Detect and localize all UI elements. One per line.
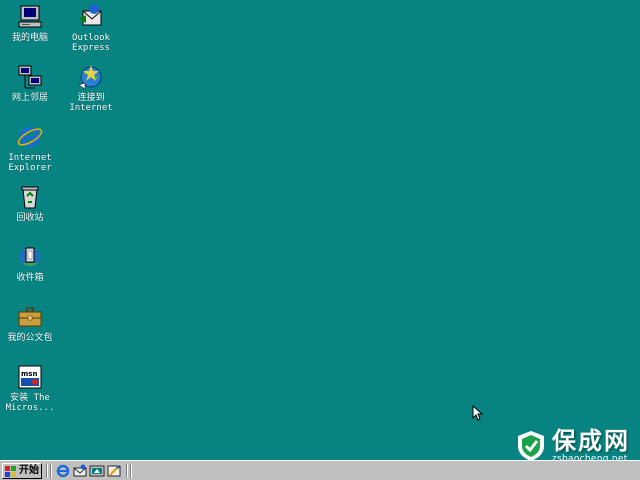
briefcase-icon (18, 307, 42, 327)
windows-logo-icon (5, 465, 16, 477)
desktop-icon-label: 连接到 Internet (69, 93, 113, 113)
desktop-icon-label: 安装 The Micros... (5, 393, 55, 413)
quick-launch-show-desktop-icon[interactable] (89, 464, 105, 478)
msn-icon: msn (18, 365, 42, 389)
start-label: 开始 (19, 465, 39, 476)
recycle-bin-icon (21, 186, 39, 209)
desktop-icon-internet-explorer[interactable]: Internet Explorer (2, 123, 58, 173)
taskbar-separator (50, 464, 52, 478)
taskbar-separator (130, 464, 132, 478)
svg-text:msn: msn (21, 370, 37, 378)
watermark: 保成网 zsbaocheng.net (514, 428, 630, 464)
shield-logo-icon (518, 431, 544, 461)
desktop-icon-label: 我的公文包 (7, 333, 53, 343)
desktop-icon-recycle-bin[interactable]: 回收站 (2, 183, 58, 223)
desktop-icon-my-computer[interactable]: 我的电脑 (2, 3, 58, 43)
taskbar-separator (126, 464, 128, 478)
ie-icon (17, 127, 43, 147)
desktop-icon-label: 回收站 (16, 213, 44, 223)
quick-launch-channels-icon[interactable] (106, 464, 122, 478)
desktop: 我的电脑 Outlook Express 网上邻居 连接到 Internet I… (0, 0, 640, 464)
desktop-icon-inbox[interactable]: 收件箱 (2, 243, 58, 283)
inbox-icon (20, 247, 40, 267)
taskbar-separator (46, 464, 48, 478)
computer-icon (18, 5, 42, 28)
quick-launch-outlook-express-icon[interactable] (72, 464, 88, 478)
desktop-icon-label: 我的电脑 (11, 33, 48, 43)
quick-launch-ie-icon[interactable] (55, 464, 71, 478)
start-button[interactable]: 开始 (2, 463, 42, 479)
desktop-icon-label: Internet Explorer (8, 153, 52, 173)
desktop-icon-label: Outlook Express (72, 33, 110, 53)
connect-internet-icon (78, 65, 102, 90)
desktop-icon-my-briefcase[interactable]: 我的公文包 (2, 303, 58, 343)
desktop-icon-label: 收件箱 (16, 273, 44, 283)
watermark-title: 保成网 (552, 427, 630, 455)
taskbar: 开始 (0, 460, 640, 480)
outlook-express-icon (79, 4, 102, 26)
mouse-cursor-icon (472, 405, 484, 421)
desktop-icon-outlook-express[interactable]: Outlook Express (63, 3, 119, 53)
desktop-icon-install-msn[interactable]: msn 安装 The Micros... (2, 363, 58, 413)
network-icon (18, 65, 42, 89)
desktop-icon-connect-internet[interactable]: 连接到 Internet (63, 63, 119, 113)
desktop-icon-label: 网上邻居 (11, 93, 48, 103)
desktop-icon-network-neighborhood[interactable]: 网上邻居 (2, 63, 58, 103)
